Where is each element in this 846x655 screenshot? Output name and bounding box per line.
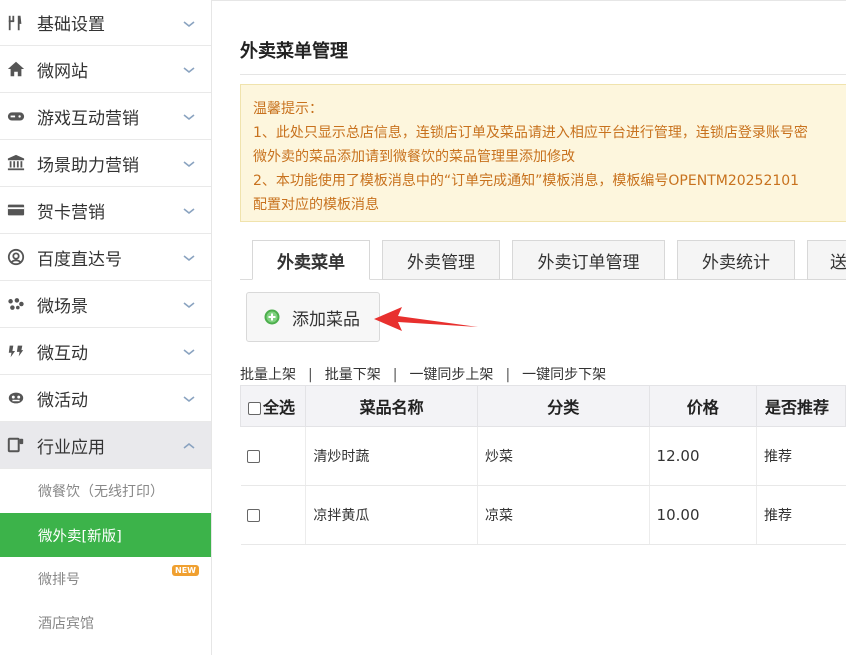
sidebar-item-micro-interaction[interactable]: 微互动 [0,328,211,375]
sidebar-subitem-queue-number[interactable]: 微排号 NEW [0,557,211,601]
sidebar-item-label: 行业应用 [37,437,105,458]
dish-category-cell: 凉菜 [476,485,650,545]
chevron-up-icon [182,438,196,452]
industry-icon [6,435,26,455]
page-title: 外卖菜单管理 [240,41,348,62]
sidebar-item-industry-apps[interactable]: 行业应用 [0,422,211,469]
select-all-header[interactable]: 全选 [239,385,307,427]
sidebar-subitem-label: 酒店宾馆 [38,616,94,632]
chevron-down-icon [182,250,196,264]
column-header-price: 价格 [648,385,757,427]
select-all-checkbox[interactable] [248,402,261,415]
sidebar-item-scene-boost[interactable]: 场景助力营销 [0,140,211,187]
dish-price-cell: 10.00 [648,485,757,545]
tips-line: 2、本功能使用了模板消息中的“订单完成通知”模板消息，模板编号OPENTM202… [253,173,800,189]
chevron-down-icon [182,391,196,405]
sidebar-subitem-micro-catering[interactable]: 微餐饮（无线打印） [0,469,211,513]
table-header-row: 全选 菜品名称 分类 价格 是否推荐 [239,385,846,427]
select-all-label: 全选 [263,398,296,417]
sidebar-item-label: 微网站 [37,61,88,82]
dish-name-cell: 凉拌黄瓜 [305,485,478,545]
chevron-down-icon [182,344,196,358]
dish-recommend-cell: 推荐 [755,426,846,486]
red-arrow-annotation [374,307,478,331]
sidebar-item-game-marketing[interactable]: 游戏互动营销 [0,93,211,140]
tips-box: 温馨提示： 1、此处只显示总店信息，连锁店订单及菜品请进入相应平台进行管理，连锁… [240,84,846,222]
interaction-icon [6,341,26,361]
dish-category-cell: 炒菜 [476,426,650,486]
plus-circle-icon [264,309,280,325]
row-checkbox-cell[interactable] [240,485,306,545]
utensils-icon [6,13,26,33]
add-dish-label: 添加菜品 [292,309,360,330]
table-row: 凉拌黄瓜 凉菜 10.00 推荐 [240,485,846,545]
chevron-down-icon [182,16,196,30]
dish-name-cell: 清炒时蔬 [305,426,478,486]
add-dish-button[interactable]: 添加菜品 [246,292,380,342]
column-header-recommend: 是否推荐 [755,385,846,427]
batch-list-link[interactable]: 批量上架 [240,367,296,383]
main-content: 外卖菜单管理 温馨提示： 1、此处只显示总店信息，连锁店订单及菜品请进入相应平台… [212,0,846,655]
sidebar-item-label: 贺卡营销 [37,202,105,223]
sync-list-link[interactable]: 一键同步上架 [409,367,493,383]
tips-line: 温馨提示： [253,101,323,117]
new-badge: NEW [172,565,199,576]
chevron-down-icon [182,62,196,76]
tab-takeout-management[interactable]: 外卖管理 [382,240,500,280]
chevron-down-icon [182,156,196,170]
scene-icon [6,294,26,314]
tips-line: 1、此处只显示总店信息，连锁店订单及菜品请进入相应平台进行管理，连锁店登录账号密 [253,125,808,141]
sidebar-item-label: 游戏互动营销 [37,108,139,129]
column-header-category: 分类 [476,385,650,427]
sidebar-subitem-label: 微餐饮（无线打印） [38,484,164,500]
sidebar-item-micro-scene[interactable]: 微场景 [0,281,211,328]
chevron-down-icon [182,297,196,311]
sidebar-item-label: 基础设置 [37,15,105,35]
column-header-name: 菜品名称 [305,385,478,427]
sidebar-subitem-label: 微排号 [38,572,80,588]
tab-takeout-stats[interactable]: 外卖统计 [677,240,795,280]
tab-delivery[interactable]: 送 [807,240,846,280]
sidebar-item-label: 场景助力营销 [37,155,139,176]
card-icon [6,200,26,220]
sidebar-item-micro-site[interactable]: 微网站 [0,46,211,93]
home-icon [6,59,26,79]
sidebar-item-micro-activity[interactable]: 微活动 [0,375,211,422]
table-row: 清炒时蔬 炒菜 12.00 推荐 [240,426,846,486]
sidebar-subitem-micro-takeout[interactable]: 微外卖[新版] [0,513,211,557]
tips-line: 配置对应的模板消息 [253,197,379,213]
title-divider [240,74,846,75]
dish-table: 全选 菜品名称 分类 价格 是否推荐 清炒时蔬 炒菜 12.00 推荐 凉拌黄瓜… [239,385,846,545]
sidebar-item-baidu-direct[interactable]: 百度直达号 [0,234,211,281]
chevron-down-icon [182,203,196,217]
bank-icon [6,153,26,173]
sidebar-item-label: 微场景 [37,296,88,317]
row-checkbox[interactable] [246,508,260,522]
sidebar-subitem-label: 微外卖[新版] [38,528,122,545]
sidebar: 基础设置 微网站 游戏互动营销 场景助力营销 贺卡营销 百度直达号 微场景 微互… [0,0,212,655]
sidebar-item-greeting-card[interactable]: 贺卡营销 [0,187,211,234]
sync-delist-link[interactable]: 一键同步下架 [522,367,606,383]
sidebar-item-label: 百度直达号 [37,249,122,270]
row-checkbox[interactable] [246,449,260,463]
tab-takeout-orders[interactable]: 外卖订单管理 [512,240,665,280]
chevron-down-icon [182,109,196,123]
activity-icon [6,388,26,408]
tips-line: 微外卖的菜品添加请到微餐饮的菜品管理里添加修改 [253,149,575,165]
dish-price-cell: 12.00 [648,426,757,486]
dish-recommend-cell: 推荐 [755,485,846,545]
sidebar-item-label: 微活动 [37,390,88,411]
batch-delist-link[interactable]: 批量下架 [325,367,381,383]
baidu-icon [6,247,26,267]
sidebar-subitem-hotel[interactable]: 酒店宾馆 [0,601,211,645]
sidebar-item-label: 微互动 [37,343,88,364]
sidebar-item-basic-settings[interactable]: 基础设置 [0,0,211,46]
gamepad-icon [6,106,26,126]
batch-actions: 批量上架 | 批量下架 | 一键同步上架 | 一键同步下架 [240,367,607,383]
row-checkbox-cell[interactable] [240,426,306,486]
tab-takeout-menu[interactable]: 外卖菜单 [252,240,370,280]
